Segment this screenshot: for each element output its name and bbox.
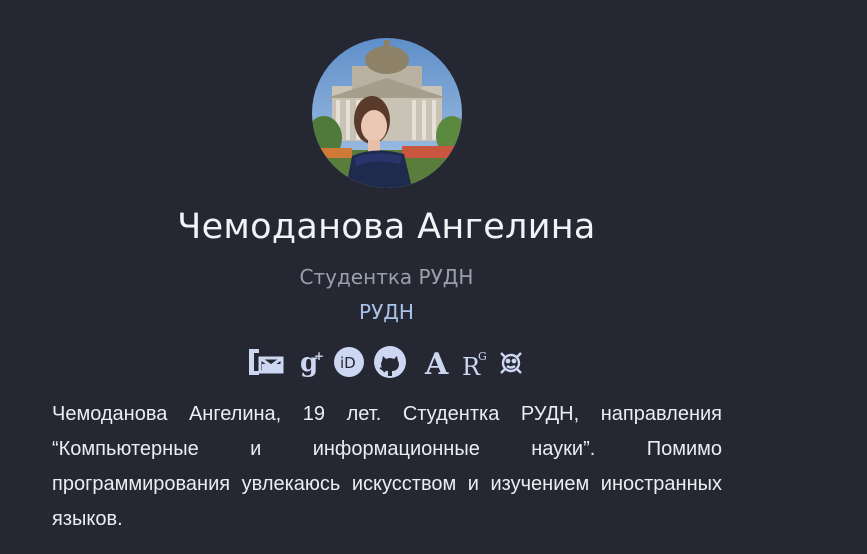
social-icons: g + iD A R G bbox=[246, 344, 530, 382]
profile-bio: Чемоданова Ангелина, 19 лет. Студентка Р… bbox=[52, 403, 722, 530]
avatar-photo bbox=[312, 38, 462, 188]
svg-text:iD: iD bbox=[340, 354, 356, 372]
google-scholar-icon[interactable]: g + bbox=[296, 344, 330, 384]
academia-icon[interactable]: A bbox=[422, 344, 454, 384]
github-icon[interactable] bbox=[372, 344, 408, 384]
avatar bbox=[312, 38, 462, 188]
svg-text:G: G bbox=[478, 350, 487, 363]
profile-role: Студентка РУДН bbox=[299, 265, 474, 289]
keybase-icon[interactable] bbox=[496, 344, 526, 384]
svg-text:+: + bbox=[314, 349, 324, 363]
orcid-icon[interactable]: iD bbox=[332, 344, 366, 384]
researchgate-icon[interactable]: R G bbox=[460, 344, 492, 384]
email-icon[interactable] bbox=[246, 344, 290, 384]
profile-organization-link[interactable]: РУДН bbox=[0, 300, 773, 324]
svg-text:A: A bbox=[424, 347, 449, 380]
profile-name: Чемоданова Ангелина bbox=[177, 207, 596, 247]
